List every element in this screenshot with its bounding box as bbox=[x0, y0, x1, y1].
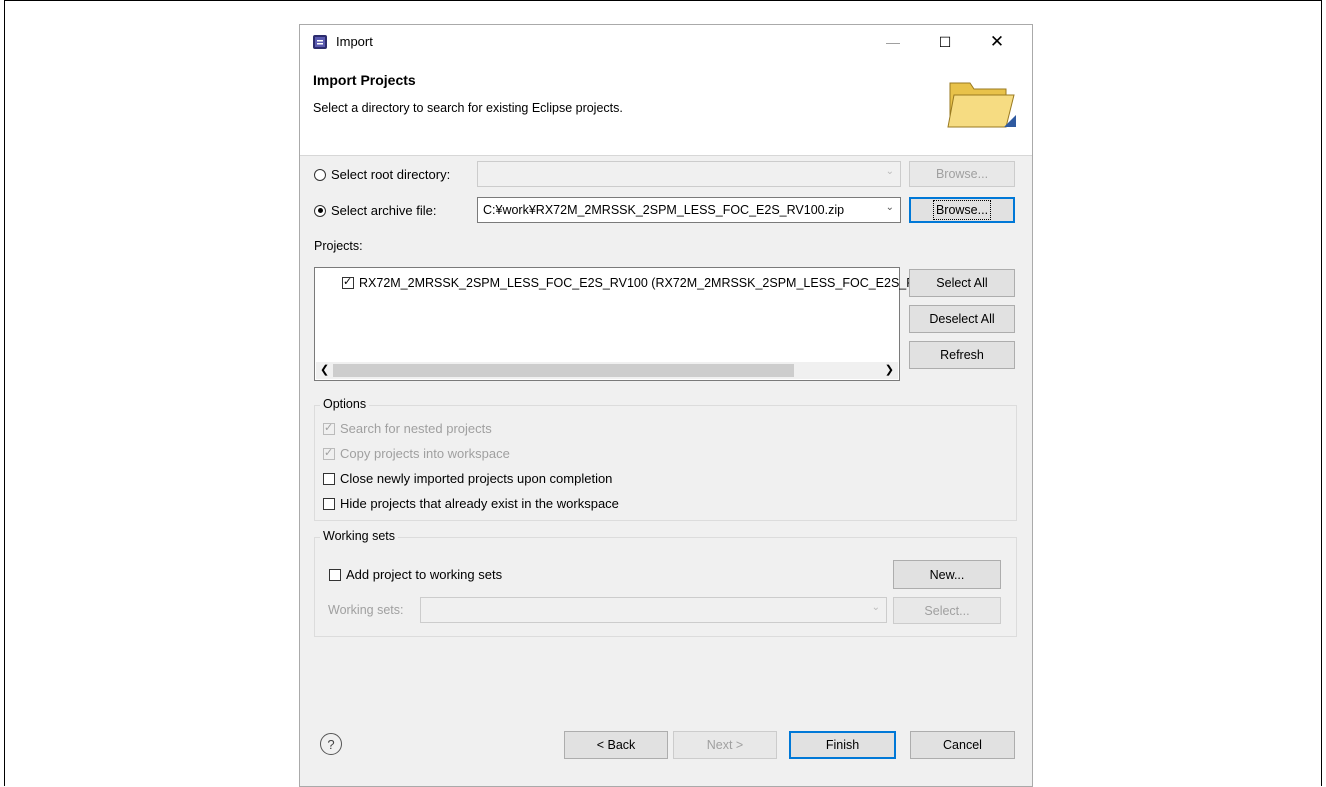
maximize-button[interactable]: ☐ bbox=[922, 25, 968, 59]
list-item[interactable]: RX72M_2MRSSK_2SPM_LESS_FOC_E2S_RV100 (RX… bbox=[342, 275, 914, 290]
option-hide-existing[interactable]: Hide projects that already exist in the … bbox=[323, 496, 619, 511]
archive-file-value: C:¥work¥RX72M_2MRSSK_2SPM_LESS_FOC_E2S_R… bbox=[483, 203, 845, 217]
select-all-button[interactable]: Select All bbox=[909, 269, 1015, 297]
scrollbar-thumb[interactable] bbox=[333, 364, 794, 377]
projects-label: Projects: bbox=[314, 239, 363, 253]
next-label: Next > bbox=[706, 738, 744, 752]
archive-file-combo[interactable]: C:¥work¥RX72M_2MRSSK_2SPM_LESS_FOC_E2S_R… bbox=[477, 197, 901, 223]
archive-browse-button[interactable]: Browse... bbox=[909, 197, 1015, 223]
search-nested-checkbox bbox=[323, 421, 335, 435]
new-working-set-button[interactable]: New... bbox=[893, 560, 1001, 589]
scroll-left-icon[interactable]: ❮ bbox=[320, 363, 329, 376]
close-imported-checkbox[interactable] bbox=[323, 472, 335, 485]
folder-icon bbox=[947, 82, 1016, 128]
projects-list[interactable]: RX72M_2MRSSK_2SPM_LESS_FOC_E2S_RV100 (RX… bbox=[314, 267, 914, 381]
help-glyph: ? bbox=[327, 736, 335, 752]
title-bar: Import — ☐ ✕ bbox=[300, 25, 1032, 59]
archive-file-label: Select archive file: bbox=[331, 203, 437, 218]
back-label: < Back bbox=[596, 738, 636, 752]
project-label: RX72M_2MRSSK_2SPM_LESS_FOC_E2S_RV100 (RX… bbox=[359, 276, 914, 290]
options-title: Options bbox=[320, 397, 370, 411]
wizard-banner: Import Projects Select a directory to se… bbox=[300, 59, 1032, 156]
option-search-nested: Search for nested projects bbox=[323, 421, 492, 436]
cancel-label: Cancel bbox=[943, 738, 982, 752]
hide-existing-label: Hide projects that already exist in the … bbox=[340, 496, 619, 511]
finish-label: Finish bbox=[825, 738, 860, 752]
root-browse-button: Browse... bbox=[909, 161, 1015, 187]
scroll-right-icon[interactable]: ❯ bbox=[885, 363, 894, 376]
archive-file-radio[interactable] bbox=[314, 204, 326, 217]
copy-projects-checkbox bbox=[323, 446, 335, 460]
chevron-down-icon: ⌄ bbox=[885, 166, 894, 177]
import-dialog: Import — ☐ ✕ Import Projects Select a di… bbox=[299, 24, 1033, 787]
select-working-sets-button: Select... bbox=[893, 597, 1001, 624]
next-button: Next > bbox=[673, 731, 777, 759]
root-directory-label: Select root directory: bbox=[331, 167, 451, 182]
deselect-all-button[interactable]: Deselect All bbox=[909, 305, 1015, 333]
new-working-set-label: New... bbox=[929, 567, 965, 582]
chevron-down-icon: ⌄ bbox=[871, 602, 880, 613]
add-to-working-sets-option[interactable]: Add project to working sets bbox=[329, 567, 502, 582]
back-button[interactable]: < Back bbox=[564, 731, 668, 759]
minimize-button[interactable]: — bbox=[870, 25, 916, 59]
archive-browse-label: Browse... bbox=[932, 200, 992, 220]
archive-file-option[interactable]: Select archive file: bbox=[314, 203, 437, 218]
select-all-label: Select All bbox=[936, 276, 988, 290]
select-working-sets-label: Select... bbox=[924, 603, 970, 618]
finish-button[interactable]: Finish bbox=[789, 731, 896, 759]
working-sets-title: Working sets bbox=[320, 529, 399, 543]
project-checkbox[interactable] bbox=[342, 275, 354, 289]
dialog-title: Import bbox=[336, 34, 373, 49]
add-to-working-sets-label: Add project to working sets bbox=[346, 567, 503, 582]
root-directory-combo: ⌄ bbox=[477, 161, 901, 187]
page-title: Import Projects bbox=[313, 72, 416, 88]
root-directory-option[interactable]: Select root directory: bbox=[314, 167, 450, 182]
add-to-working-sets-checkbox[interactable] bbox=[329, 568, 341, 581]
option-close-imported[interactable]: Close newly imported projects upon compl… bbox=[323, 471, 612, 486]
chevron-down-icon[interactable]: ⌄ bbox=[886, 202, 894, 213]
horizontal-scrollbar[interactable]: ❮ ❯ bbox=[316, 362, 898, 379]
hide-existing-checkbox[interactable] bbox=[323, 497, 335, 510]
help-icon[interactable]: ? bbox=[320, 733, 342, 755]
copy-projects-label: Copy projects into workspace bbox=[340, 446, 510, 461]
root-browse-label: Browse... bbox=[935, 167, 989, 181]
eclipse-app-icon bbox=[313, 35, 327, 49]
page-description: Select a directory to search for existin… bbox=[313, 101, 623, 115]
deselect-all-label: Deselect All bbox=[929, 312, 995, 326]
refresh-label: Refresh bbox=[940, 348, 984, 362]
cancel-button[interactable]: Cancel bbox=[910, 731, 1015, 759]
close-button[interactable]: ✕ bbox=[974, 25, 1020, 59]
close-imported-label: Close newly imported projects upon compl… bbox=[340, 471, 613, 486]
working-sets-combo: ⌄ bbox=[420, 597, 887, 623]
search-nested-label: Search for nested projects bbox=[340, 421, 492, 436]
root-directory-radio[interactable] bbox=[314, 168, 326, 181]
option-copy-projects: Copy projects into workspace bbox=[323, 446, 510, 461]
refresh-button[interactable]: Refresh bbox=[909, 341, 1015, 369]
working-sets-label: Working sets: bbox=[328, 603, 404, 617]
